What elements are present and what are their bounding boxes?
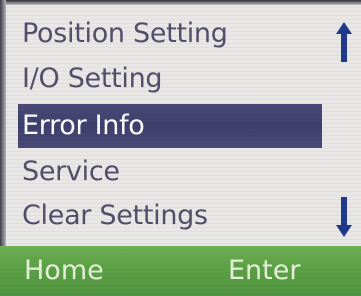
- arrow-down-icon[interactable]: [335, 197, 353, 237]
- arrow-up-icon[interactable]: [335, 22, 353, 62]
- softkey-bar: Home Enter: [0, 246, 361, 296]
- screen-bezel-top: [0, 0, 361, 5]
- lcd-screen: Position Setting I/O Setting Error Info …: [0, 0, 361, 296]
- enter-softkey[interactable]: Enter: [228, 246, 300, 296]
- menu-item-io-setting[interactable]: I/O Setting: [22, 57, 163, 101]
- menu-item-service[interactable]: Service: [22, 150, 120, 194]
- menu-item-error-info[interactable]: Error Info: [18, 104, 322, 148]
- home-softkey[interactable]: Home: [24, 246, 104, 296]
- menu-item-clear-settings[interactable]: Clear Settings: [22, 194, 208, 238]
- menu-item-position-setting[interactable]: Position Setting: [22, 12, 228, 56]
